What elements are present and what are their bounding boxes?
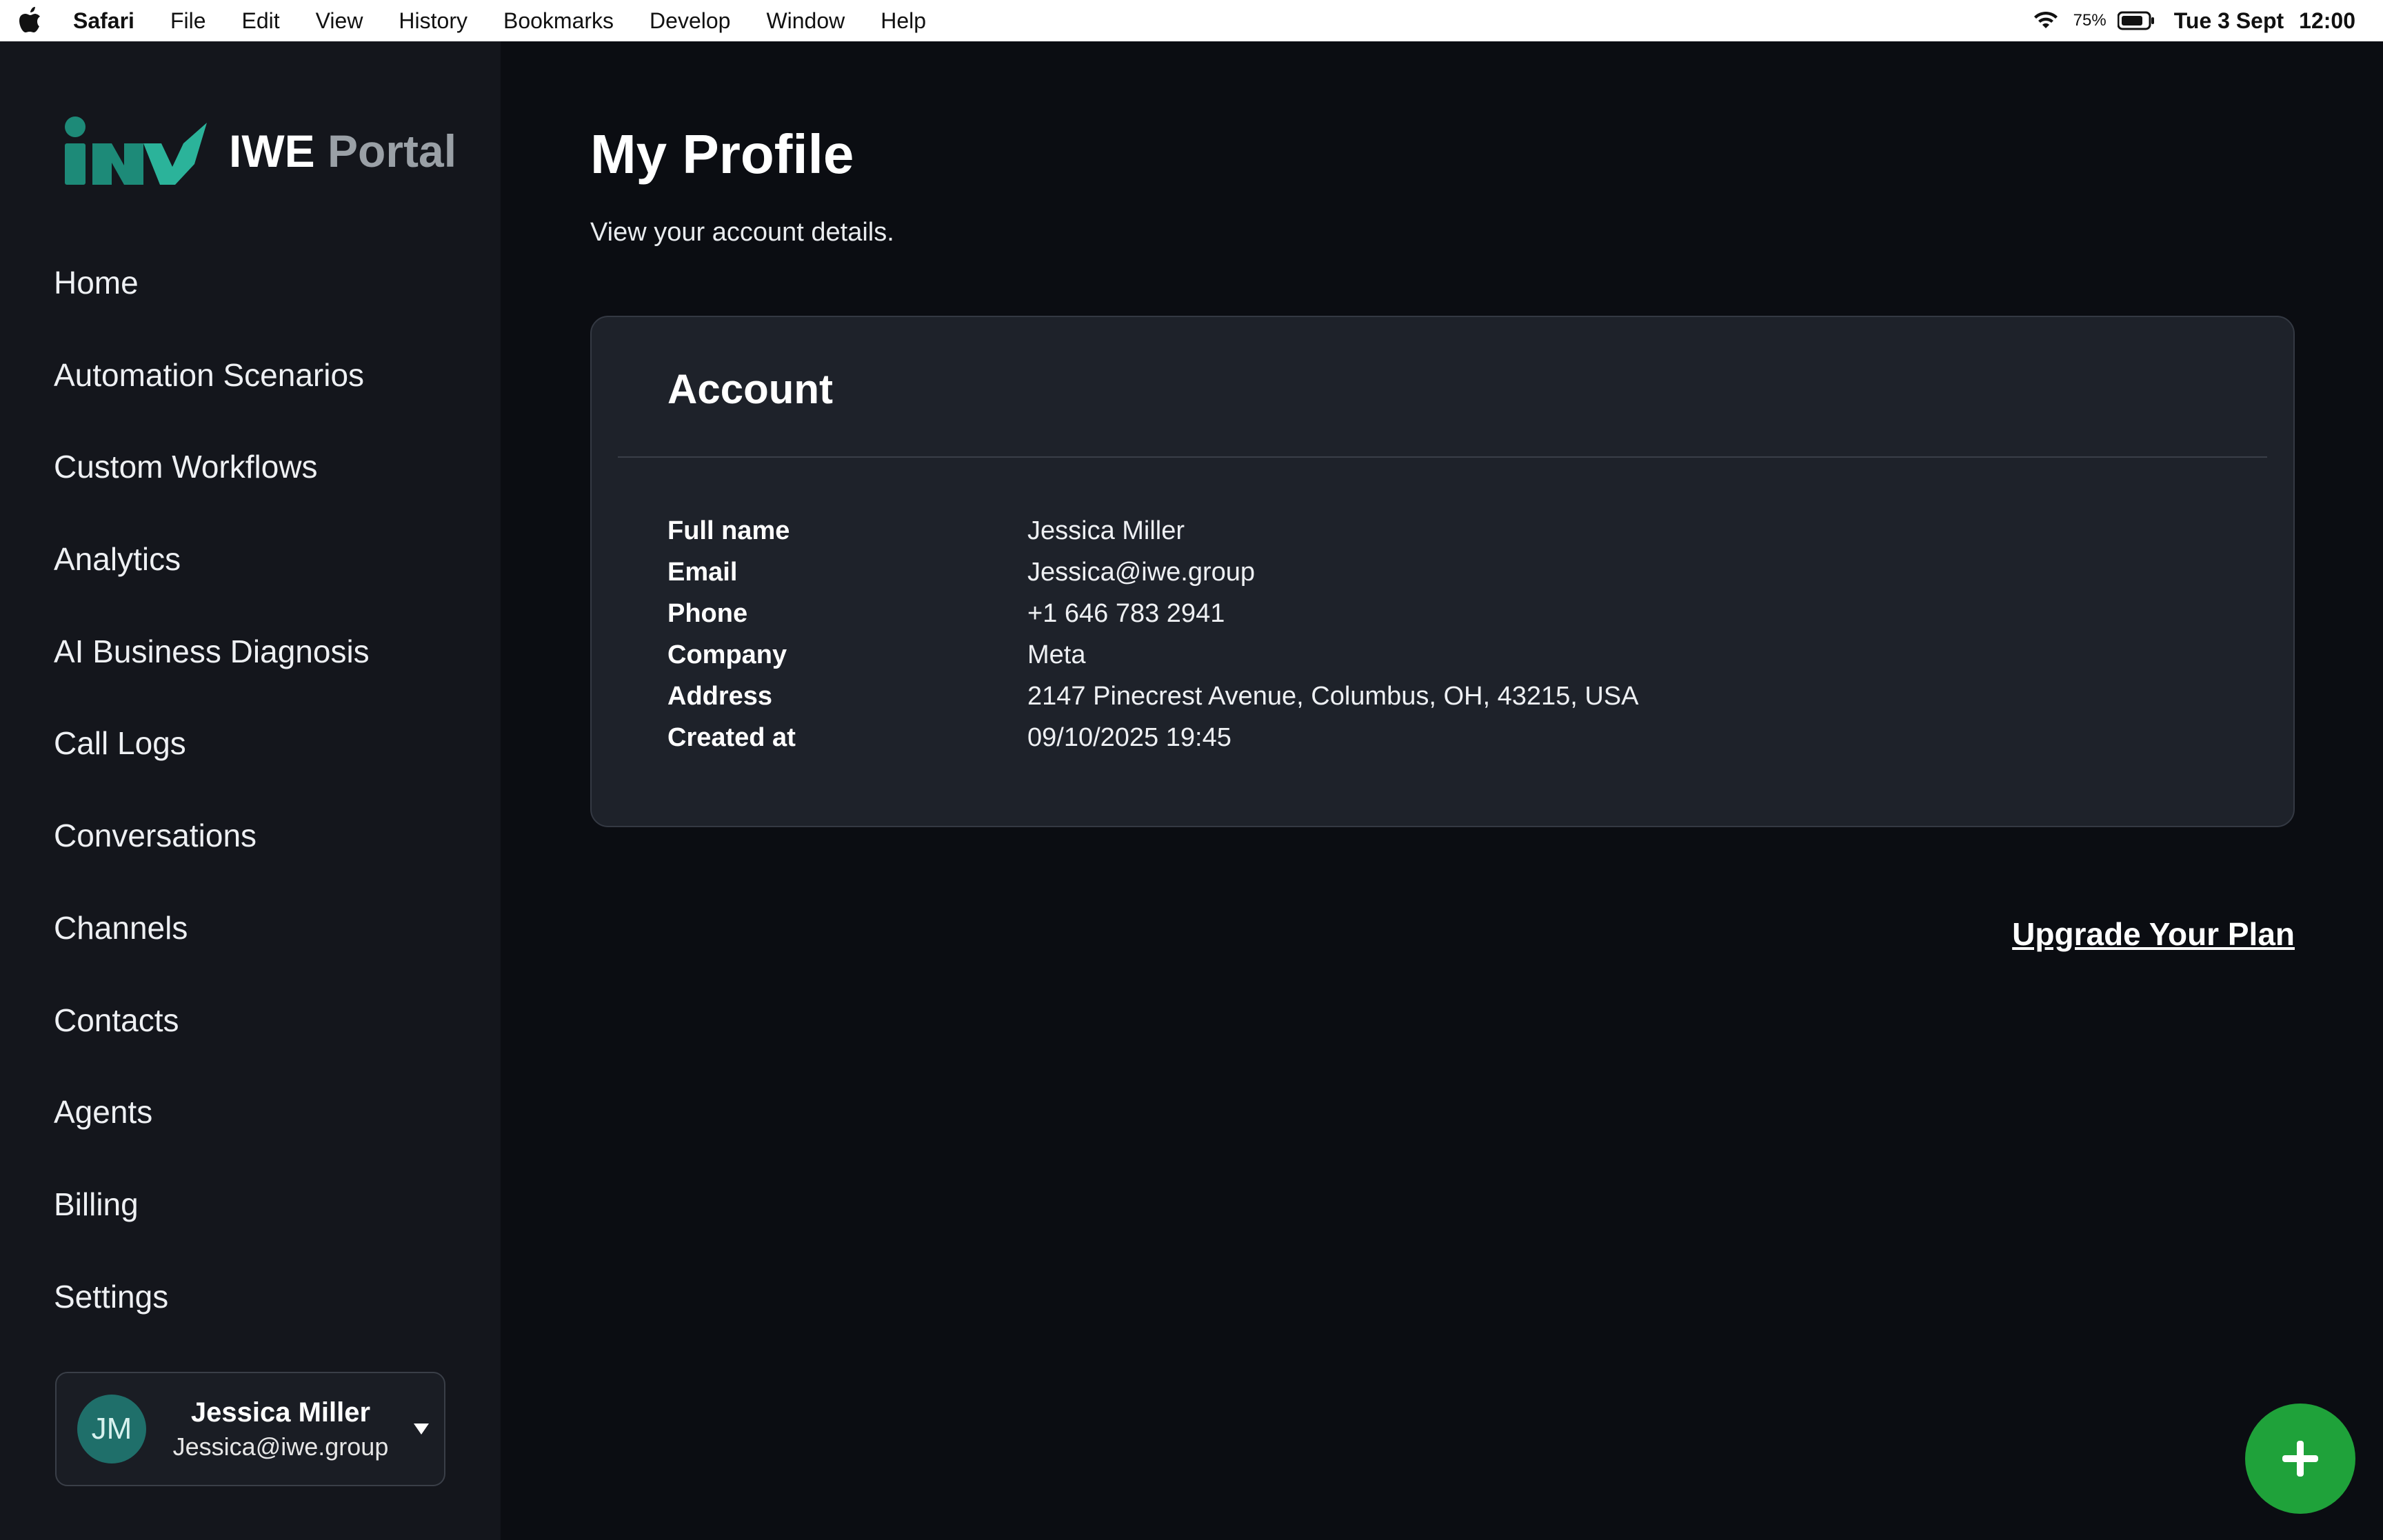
user-menu-button[interactable]: JM Jessica Miller Jessica@iwe.group (55, 1372, 445, 1486)
divider (618, 456, 2267, 458)
user-info: Jessica Miller Jessica@iwe.group (167, 1397, 394, 1461)
menu-view[interactable]: View (316, 8, 363, 34)
battery-icon[interactable] (2117, 11, 2155, 30)
account-card-title: Account (667, 366, 833, 412)
detail-row-phone: Phone +1 646 783 2941 (667, 593, 1639, 634)
detail-label: Created at (667, 722, 796, 752)
detail-row-company: Company Meta (667, 634, 1639, 676)
battery-percentage: 75% (2073, 11, 2107, 30)
detail-label: Full name (667, 516, 790, 545)
detail-value: Meta (1027, 640, 1086, 669)
sidebar-item-custom-workflows[interactable]: Custom Workflows (54, 439, 370, 531)
menu-file[interactable]: File (170, 8, 206, 34)
user-name: Jessica Miller (190, 1397, 371, 1428)
status-area: 75% Tue 3 Sept 12:00 (2032, 0, 2355, 41)
detail-value: Jessica Miller (1027, 516, 1185, 545)
menu-help[interactable]: Help (881, 8, 926, 34)
sidebar-item-settings[interactable]: Settings (54, 1269, 370, 1361)
account-card: Account Full name Jessica Miller Email J… (590, 316, 2295, 827)
page-subtitle: View your account details. (590, 218, 894, 247)
sidebar-item-call-logs[interactable]: Call Logs (54, 716, 370, 808)
account-details: Full name Jessica Miller Email Jessica@i… (667, 510, 1639, 758)
wifi-icon[interactable] (2032, 10, 2060, 31)
sidebar-item-automation-scenarios[interactable]: Automation Scenarios (54, 347, 370, 440)
sidebar-item-conversations[interactable]: Conversations (54, 808, 370, 900)
iwe-logo-icon (65, 116, 207, 185)
brand[interactable]: IWE Portal (63, 113, 456, 189)
detail-row-created-at: Created at 09/10/2025 19:45 (667, 717, 1639, 758)
detail-value: 2147 Pinecrest Avenue, Columbus, OH, 432… (1027, 681, 1639, 711)
brand-name-iwe: IWE (229, 125, 315, 176)
menu-history[interactable]: History (399, 8, 467, 34)
menu-develop[interactable]: Develop (650, 8, 730, 34)
detail-label: Email (667, 557, 738, 587)
upgrade-plan-link[interactable]: Upgrade Your Plan (2012, 915, 2295, 953)
menu-edit[interactable]: Edit (242, 8, 280, 34)
avatar: JM (77, 1395, 146, 1463)
sidebar-item-analytics[interactable]: Analytics (54, 531, 370, 624)
detail-row-email: Email Jessica@iwe.group (667, 551, 1639, 593)
detail-label: Phone (667, 598, 748, 628)
detail-value: +1 646 783 2941 (1027, 598, 1225, 628)
detail-label: Company (667, 640, 787, 669)
brand-name: IWE Portal (229, 125, 456, 177)
apple-icon[interactable] (18, 7, 46, 34)
menu-bookmarks[interactable]: Bookmarks (503, 8, 614, 34)
sidebar-item-agents[interactable]: Agents (54, 1084, 370, 1177)
macos-menu-bar: Safari File Edit View History Bookmarks … (0, 0, 2383, 41)
user-email: Jessica@iwe.group (172, 1432, 389, 1461)
sidebar: IWE Portal Home Automation Scenarios Cus… (0, 41, 501, 1540)
brand-name-portal: Portal (328, 125, 457, 176)
menu-safari[interactable]: Safari (73, 8, 134, 34)
detail-value: 09/10/2025 19:45 (1027, 722, 1231, 752)
sidebar-nav: Home Automation Scenarios Custom Workflo… (54, 255, 370, 1361)
sidebar-item-ai-business-diagnosis[interactable]: AI Business Diagnosis (54, 624, 370, 716)
add-button[interactable] (2245, 1404, 2355, 1514)
sidebar-item-billing[interactable]: Billing (54, 1177, 370, 1269)
page-title: My Profile (590, 123, 854, 185)
detail-row-address: Address 2147 Pinecrest Avenue, Columbus,… (667, 676, 1639, 717)
detail-value: Jessica@iwe.group (1027, 557, 1256, 587)
menubar-time[interactable]: 12:00 (2299, 8, 2355, 34)
sidebar-item-channels[interactable]: Channels (54, 900, 370, 993)
detail-label: Address (667, 681, 773, 711)
menubar-date[interactable]: Tue 3 Sept (2174, 8, 2284, 34)
plus-icon (2282, 1441, 2318, 1477)
sidebar-item-contacts[interactable]: Contacts (54, 993, 370, 1085)
caret-down-icon (412, 1422, 430, 1436)
detail-row-full-name: Full name Jessica Miller (667, 510, 1639, 551)
sidebar-item-home[interactable]: Home (54, 255, 370, 347)
menu-window[interactable]: Window (766, 8, 845, 34)
